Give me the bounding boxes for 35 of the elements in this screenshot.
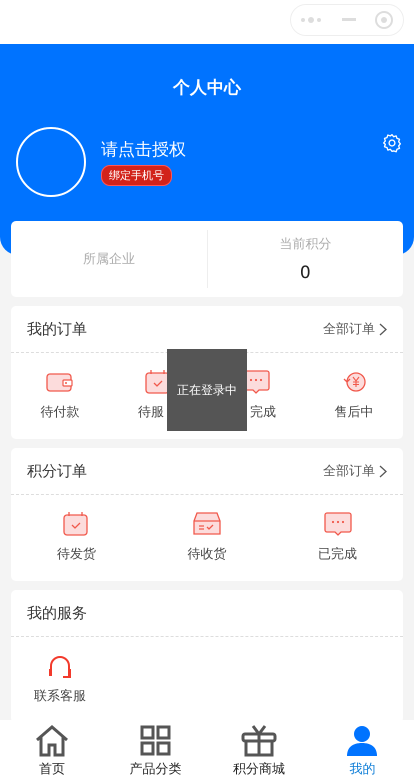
box-icon [193,511,221,537]
calendar-check-icon [62,511,90,537]
page-title: 个人中心 [172,77,242,99]
close-icon [374,10,394,30]
home-icon [34,725,70,757]
bind-phone-button[interactable]: 绑定手机号 [101,165,172,186]
chat-bubble-icon [324,511,352,537]
avatar[interactable] [16,127,86,197]
settings-icon[interactable] [382,133,402,153]
chevron-right-icon [379,322,387,336]
all-orders-link[interactable]: 全部订单 [323,462,387,480]
tab-item[interactable]: 积分商城 [207,720,310,780]
order-status-label[interactable]: 联系客服 [34,687,86,705]
section-title: 我的订单 [27,320,87,338]
stat-label: 当前积分 [279,236,332,253]
order-status-label[interactable]: 待付款 [40,403,80,421]
loading-toast: 正在登录中 [167,349,247,431]
headset-icon [46,653,74,679]
gift-icon [240,725,277,757]
order-status-label[interactable]: 待收货 [188,545,226,563]
authorize-prompt[interactable]: 请点击授权 [101,138,382,161]
order-status-label[interactable]: 待发货 [56,545,96,563]
tab-item[interactable]: 产品分类 [104,720,207,780]
stat-value: 0 [300,263,311,283]
tab-item[interactable]: 我的 [310,720,414,780]
chevron-right-icon [379,464,387,478]
more-icon [300,16,324,24]
section-title: 我的服务 [27,604,87,622]
section-title: 积分订单 [27,462,87,480]
order-status-label[interactable]: 售后中 [334,403,374,421]
stat-label: 所属企业 [82,251,135,268]
order-status-label[interactable]: 已完成 [318,545,358,563]
minimize-icon [342,18,356,22]
all-orders-link[interactable]: 全部订单 [323,320,387,338]
tab-item[interactable]: 首页 [0,720,104,780]
